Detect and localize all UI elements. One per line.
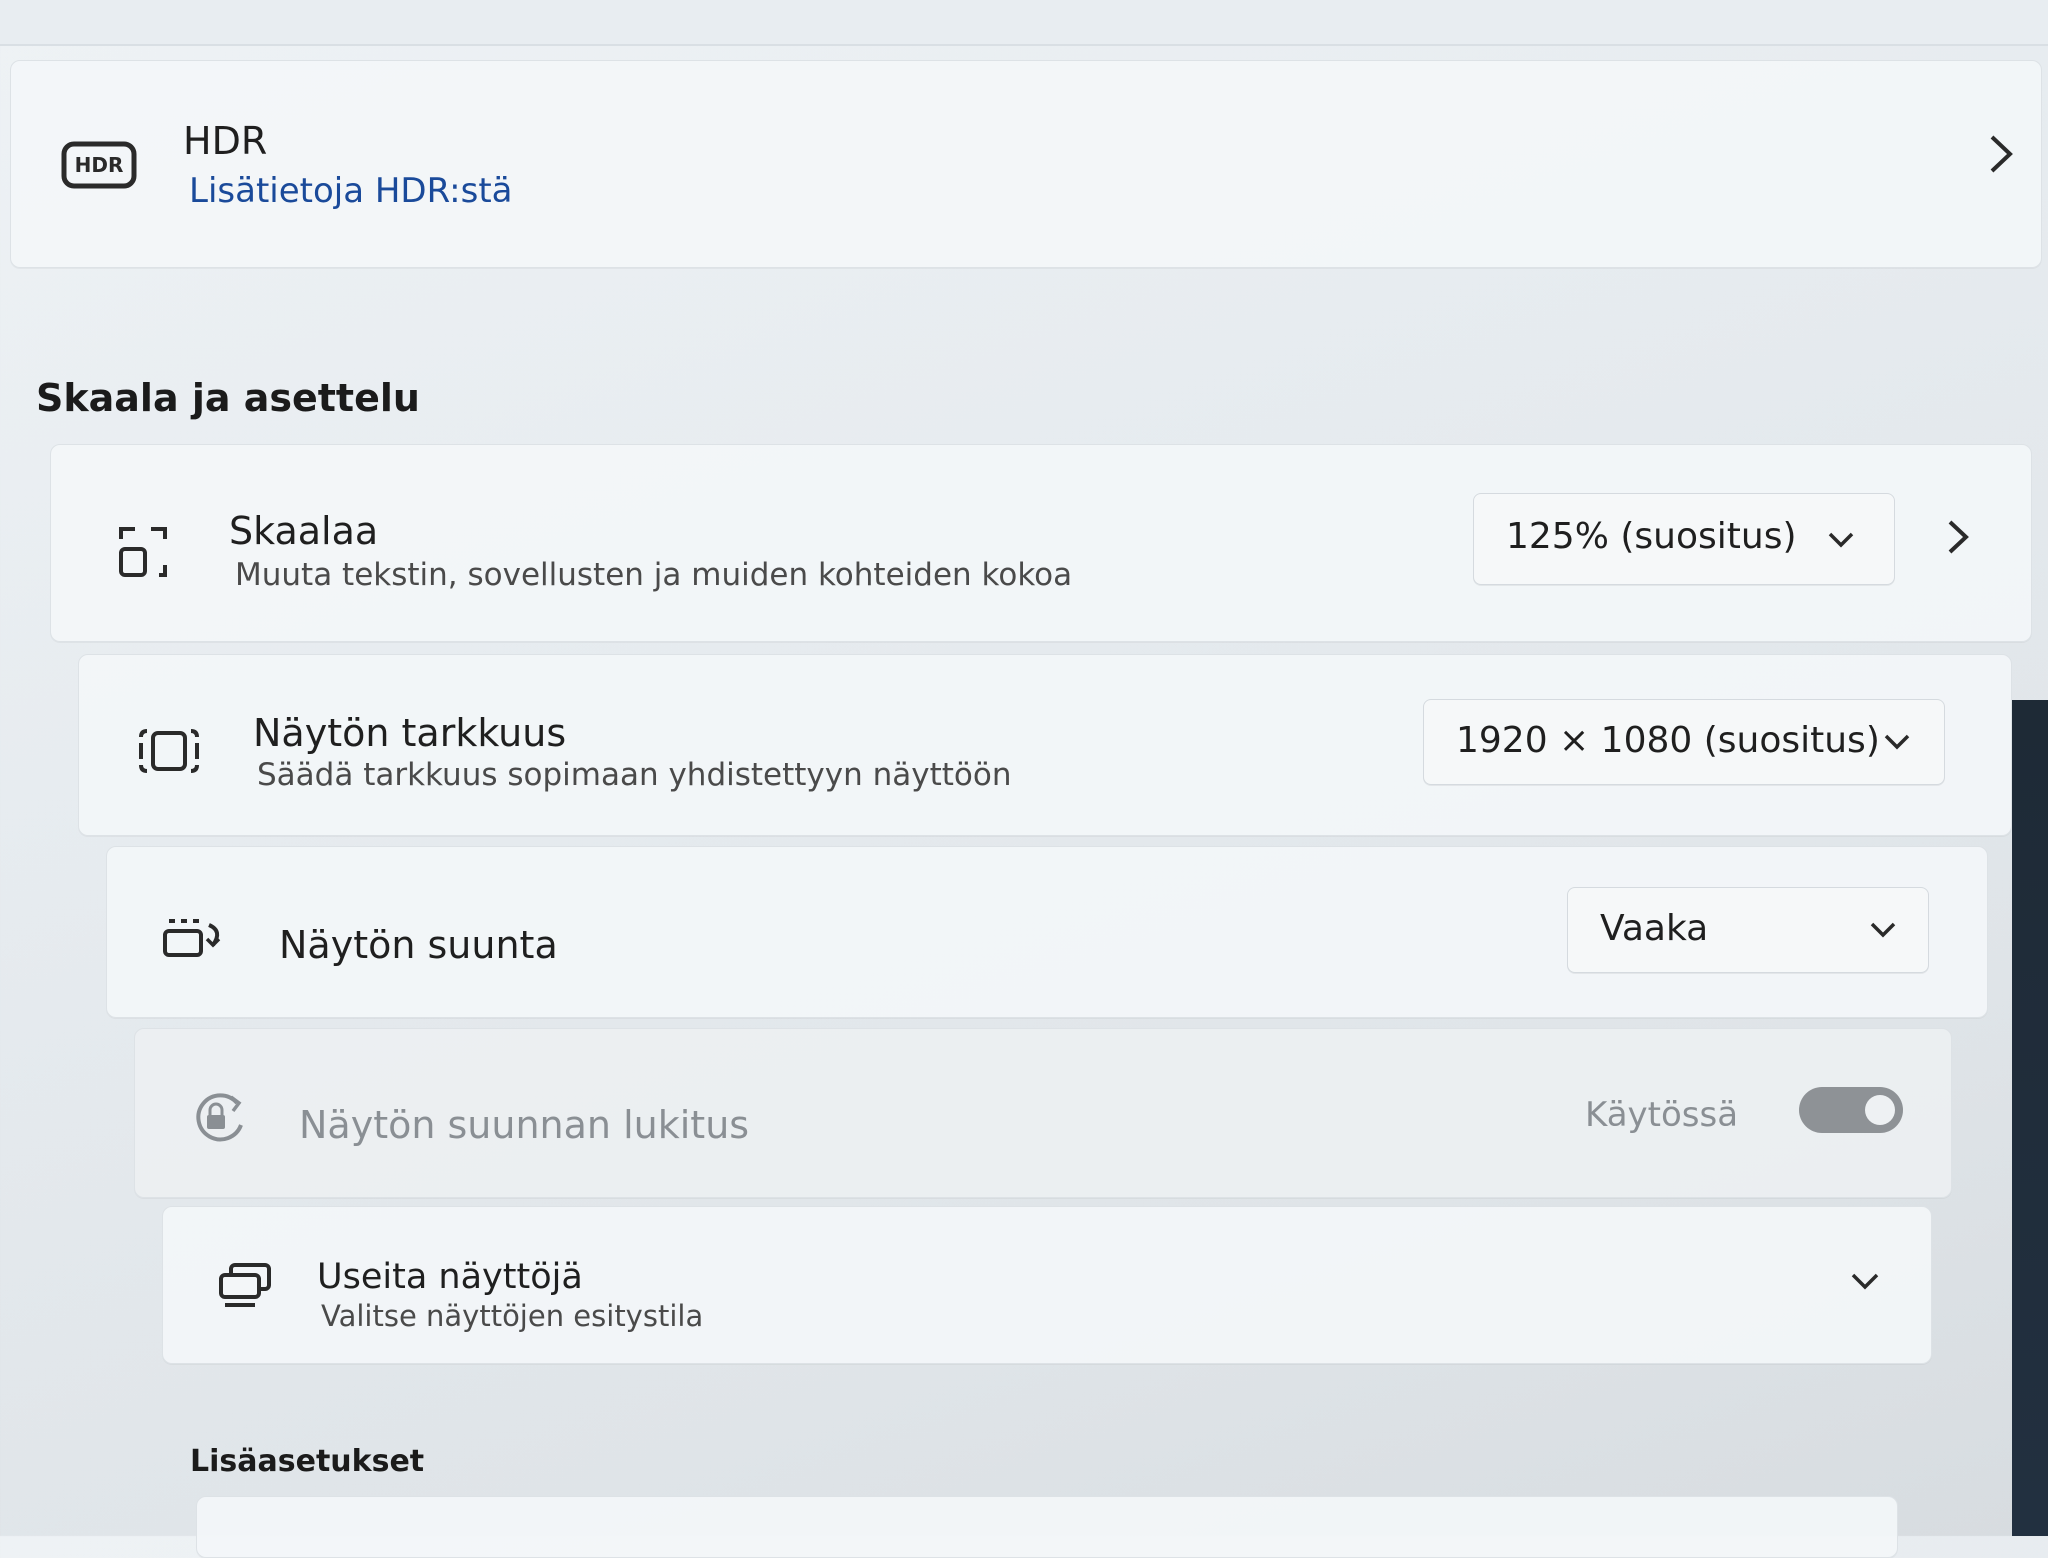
background-edge (2012, 700, 2048, 1536)
toggle-knob (1865, 1095, 1895, 1125)
section-header-scale-layout: Skaala ja asettelu (36, 376, 420, 420)
orientation-dropdown-value: Vaaka (1600, 908, 1709, 949)
scale-card[interactable]: Skaalaa Muuta tekstin, sovellusten ja mu… (50, 444, 2032, 642)
scale-dropdown[interactable]: 125% (suositus) (1473, 493, 1895, 585)
multiple-displays-subtitle: Valitse näyttöjen esitystila (321, 1299, 704, 1333)
resolution-icon (139, 729, 199, 773)
rotation-lock-card: Näytön suunnan lukitus Käytössä (134, 1028, 1952, 1198)
chevron-right-icon[interactable] (1945, 517, 1971, 557)
hdr-card[interactable]: HDR HDR Lisätietoja HDR:stä (10, 60, 2042, 268)
scale-icon (119, 527, 167, 577)
scale-title: Skaalaa (229, 509, 379, 553)
orientation-title: Näytön suunta (279, 923, 558, 967)
resolution-card[interactable]: Näytön tarkkuus Säädä tarkkuus sopimaan … (78, 654, 2012, 836)
chevron-down-icon (1884, 734, 1910, 750)
advanced-card[interactable] (196, 1496, 1898, 1558)
rotation-lock-toggle (1799, 1087, 1903, 1133)
hdr-icon-label: HDR (75, 153, 124, 177)
multiple-displays-card[interactable]: Useita näyttöjä Valitse näyttöjen esitys… (162, 1206, 1932, 1364)
rotation-lock-icon (196, 1093, 243, 1142)
rotation-lock-state: Käytössä (1585, 1095, 1739, 1135)
hdr-icon: HDR (61, 141, 137, 189)
resolution-dropdown[interactable]: 1920 × 1080 (suositus) (1423, 699, 1945, 785)
display-orientation-icon (163, 919, 221, 957)
resolution-title: Näytön tarkkuus (253, 711, 567, 755)
section-header-advanced: Lisäasetukset (190, 1444, 425, 1479)
multiple-displays-icon (219, 1263, 271, 1307)
rotation-lock-title: Näytön suunnan lukitus (299, 1103, 750, 1147)
hdr-title: HDR (183, 119, 268, 163)
resolution-dropdown-value: 1920 × 1080 (suositus) (1456, 720, 1880, 761)
orientation-card[interactable]: Näytön suunta Vaaka (106, 846, 1988, 1018)
multiple-displays-title: Useita näyttöjä (317, 1257, 583, 1297)
chevron-down-icon (1870, 922, 1896, 938)
resolution-subtitle: Säädä tarkkuus sopimaan yhdistettyyn näy… (257, 757, 1012, 793)
chevron-down-icon[interactable] (1849, 1271, 1881, 1293)
hdr-learn-more-link[interactable]: Lisätietoja HDR:stä (189, 171, 513, 211)
scale-dropdown-value: 125% (suositus) (1506, 516, 1797, 557)
chevron-down-icon (1828, 532, 1854, 548)
chevron-right-icon (1990, 135, 2013, 173)
orientation-dropdown[interactable]: Vaaka (1567, 887, 1929, 973)
top-strip (0, 0, 2048, 46)
scale-subtitle: Muuta tekstin, sovellusten ja muiden koh… (235, 557, 1073, 593)
